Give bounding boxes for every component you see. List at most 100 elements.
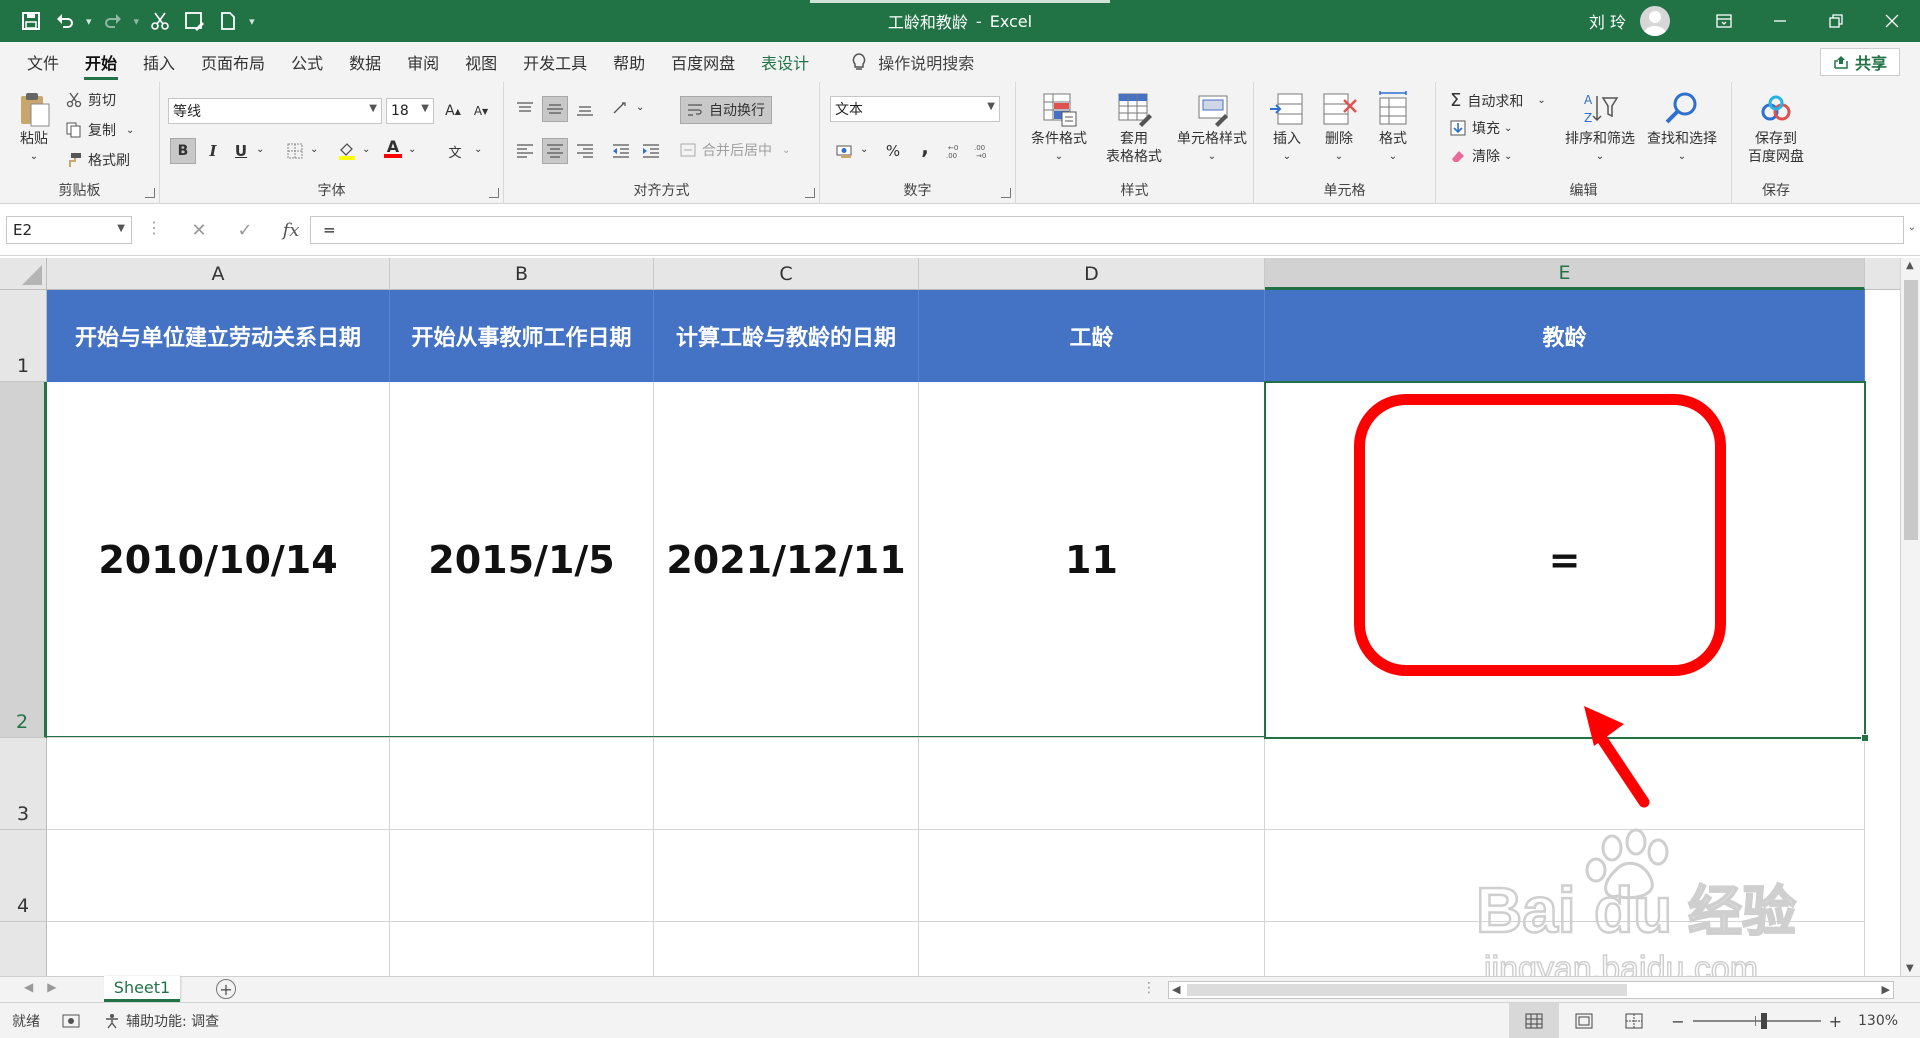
fill-color-dropdown-icon[interactable]: ⌄ [362, 144, 370, 155]
tab-help[interactable]: 帮助 [600, 42, 658, 82]
zoom-slider[interactable] [1692, 1013, 1821, 1029]
ribbon-display-options-icon[interactable] [1696, 0, 1752, 42]
accounting-dropdown-icon[interactable]: ⌄ [860, 144, 868, 155]
align-middle-button[interactable] [542, 96, 568, 122]
sheet-tab-sheet1[interactable]: Sheet1 [104, 976, 180, 1002]
customize-qat-icon[interactable]: ▾ [249, 15, 255, 28]
avatar[interactable] [1640, 6, 1670, 36]
italic-button[interactable]: I [200, 138, 226, 164]
row-header-5[interactable] [0, 922, 47, 976]
row-header-3[interactable]: 3 [0, 738, 47, 830]
underline-dropdown-icon[interactable]: ⌄ [256, 144, 264, 155]
tab-home[interactable]: 开始 [72, 42, 130, 82]
increase-decimal-button[interactable]: ←0.00 [942, 138, 968, 164]
tab-review[interactable]: 审阅 [394, 42, 452, 82]
cut-icon[interactable] [143, 4, 177, 38]
phonetic-button[interactable]: 文 [442, 138, 468, 164]
undo-dropdown-icon[interactable]: ▾ [86, 15, 92, 28]
paste-button[interactable]: 粘贴 ⌄ [12, 90, 56, 166]
add-sheet-icon[interactable]: + [216, 979, 236, 999]
worksheet-grid[interactable]: A B C D E 1 2 3 4 开始与单位建立劳动关系日期 开始从事教师工作… [0, 258, 1900, 976]
zoom-out-icon[interactable]: − [1671, 1012, 1684, 1031]
scroll-right-icon[interactable]: ▶ [1882, 983, 1890, 996]
horizontal-scrollbar[interactable]: ◀ ▶ [1168, 981, 1894, 999]
zoom-in-icon[interactable]: + [1829, 1012, 1842, 1031]
format-painter-button[interactable]: 格式刷 [66, 150, 130, 170]
sort-filter-button[interactable]: AZ 排序和筛选 ⌄ [1560, 90, 1640, 166]
accessibility-status[interactable]: 辅助功能: 调查 [104, 1011, 219, 1031]
sheet-nav-arrows-icon[interactable]: ◀▶ [24, 980, 70, 994]
borders-button[interactable] [282, 138, 308, 164]
row-header-4[interactable]: 4 [0, 830, 47, 922]
table-cell[interactable]: 2021/12/11 [654, 382, 919, 738]
insert-cells-button[interactable]: 插入 ⌄ [1262, 90, 1312, 166]
name-box[interactable]: E2 ▼ [6, 216, 132, 244]
comma-style-button[interactable]: , [912, 134, 938, 160]
save-as-icon[interactable] [177, 4, 211, 38]
tab-file[interactable]: 文件 [14, 42, 72, 82]
conditional-dropdown-icon[interactable]: ⌄ [1055, 148, 1063, 166]
empty-cell[interactable] [390, 830, 654, 922]
zoom-slider-knob[interactable] [1760, 1013, 1767, 1029]
cell-styles-button[interactable]: 单元格样式 ⌄ [1172, 90, 1252, 166]
clipboard-launcher-icon[interactable] [145, 188, 155, 198]
new-file-icon[interactable] [211, 4, 245, 38]
empty-cell[interactable] [654, 830, 919, 922]
column-header-f[interactable] [1865, 258, 1900, 290]
delete-cells-button[interactable]: 删除 ⌄ [1314, 90, 1364, 166]
column-header-d[interactable]: D [919, 258, 1265, 290]
wrap-text-button[interactable]: 自动换行 [680, 96, 772, 124]
font-size-select[interactable]: 18 ▼ [386, 98, 434, 124]
normal-view-button[interactable] [1509, 1003, 1560, 1038]
table-header-cell[interactable]: 开始从事教师工作日期 [390, 290, 654, 382]
close-icon[interactable] [1864, 0, 1920, 42]
fill-button[interactable]: 填充 ⌄ [1450, 118, 1512, 138]
copy-button[interactable]: 复制 ⌄ [66, 120, 134, 140]
scroll-down-icon[interactable]: ▼ [1906, 963, 1914, 974]
align-left-button[interactable] [512, 138, 538, 164]
column-header-b[interactable]: B [390, 258, 654, 290]
borders-dropdown-icon[interactable]: ⌄ [310, 144, 318, 155]
save-to-baidu-button[interactable]: 保存到 百度网盘 [1738, 90, 1814, 166]
conditional-formatting-button[interactable]: 条件格式 ⌄ [1024, 90, 1094, 166]
shrink-font-button[interactable]: A ▼ [468, 98, 494, 124]
expand-formula-bar-icon[interactable]: ⌄ [1908, 222, 1916, 233]
align-top-button[interactable] [512, 96, 538, 122]
grow-font-button[interactable]: A ▲ [440, 98, 466, 124]
number-format-select[interactable]: 文本 ▼ [830, 96, 1000, 122]
column-header-c[interactable]: C [654, 258, 919, 290]
cut-button[interactable]: 剪切 [66, 90, 116, 110]
insert-function-button[interactable]: fx [268, 220, 314, 241]
tab-developer[interactable]: 开发工具 [510, 42, 600, 82]
table-cell[interactable]: 11 [919, 382, 1265, 738]
tab-baidu-netdisk[interactable]: 百度网盘 [658, 42, 748, 82]
minimize-icon[interactable] [1752, 0, 1808, 42]
redo-dropdown-icon[interactable]: ▾ [134, 15, 140, 28]
table-cell[interactable]: 2015/1/5 [390, 382, 654, 738]
tab-view[interactable]: 视图 [452, 42, 510, 82]
phonetic-dropdown-icon[interactable]: ⌄ [474, 144, 482, 155]
orientation-button[interactable] [608, 96, 634, 122]
confirm-entry-icon[interactable]: ✓ [222, 220, 268, 241]
cell-styles-dropdown-icon[interactable]: ⌄ [1208, 148, 1216, 166]
empty-cell[interactable] [390, 922, 654, 976]
empty-cell[interactable] [919, 738, 1265, 830]
tab-data[interactable]: 数据 [336, 42, 394, 82]
merge-dropdown-icon[interactable]: ⌄ [782, 145, 790, 156]
column-header-e[interactable]: E [1265, 258, 1865, 290]
font-color-dropdown-icon[interactable]: ⌄ [408, 144, 416, 155]
font-launcher-icon[interactable] [489, 188, 499, 198]
sort-dropdown-icon[interactable]: ⌄ [1596, 148, 1604, 166]
font-name-select[interactable]: 等线 ▼ [168, 98, 382, 124]
bold-button[interactable]: B [170, 138, 196, 164]
empty-cell[interactable] [47, 738, 390, 830]
table-header-cell[interactable]: 工龄 [919, 290, 1265, 382]
merge-center-button[interactable]: 合并后居中 ⌄ [680, 140, 790, 160]
orientation-dropdown-icon[interactable]: ⌄ [636, 102, 644, 113]
user-name[interactable]: 刘 玲 [1589, 9, 1626, 33]
restore-icon[interactable] [1808, 0, 1864, 42]
vertical-scrollbar[interactable]: ▲ ▼ [1900, 258, 1920, 976]
underline-button[interactable]: U [228, 138, 254, 164]
empty-cell[interactable] [654, 738, 919, 830]
share-button[interactable]: 共享 [1819, 48, 1900, 76]
